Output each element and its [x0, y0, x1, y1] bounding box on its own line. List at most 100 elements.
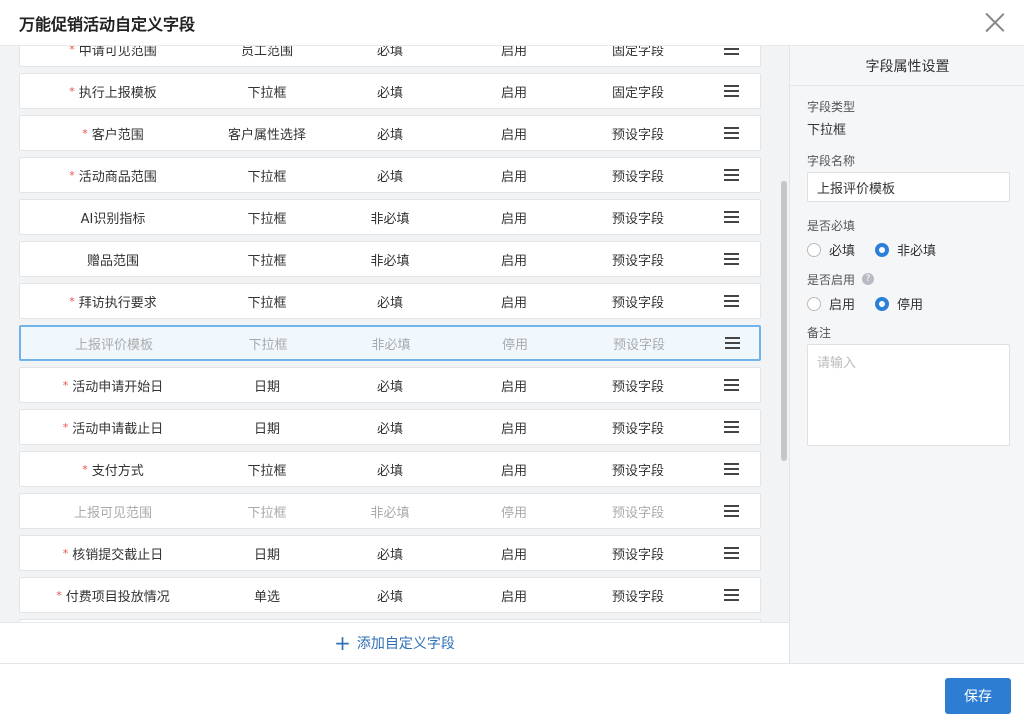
- field-name-cell: * 中请可见范围: [20, 46, 206, 66]
- field-type-cell: 下拉框: [248, 337, 288, 353]
- drag-handle-cell[interactable]: [700, 158, 762, 192]
- table-row[interactable]: * 活动商品范围 下拉框 必填 启用 预设字段: [19, 157, 761, 193]
- enabled-label: 是否启用: [807, 273, 856, 287]
- field-name-cell: 上报可见范围: [20, 494, 206, 528]
- radio-circle: [807, 242, 821, 257]
- field-name-cell: * 活动商品范围: [20, 158, 206, 192]
- field-required-cell: 非必填: [370, 211, 410, 227]
- field-name-cell: 赠品范围: [20, 242, 206, 276]
- required-star-icon: *: [62, 378, 69, 392]
- close-icon[interactable]: [984, 11, 1006, 33]
- field-type-cell: 下拉框: [247, 169, 287, 185]
- radio-circle-checked: [875, 242, 889, 257]
- radio-enabled-label: 启用: [829, 298, 856, 313]
- table-row[interactable]: * 支付方式 下拉框 必填 启用 预设字段: [19, 451, 761, 487]
- table-row[interactable]: 赠品范围 下拉框 非必填 启用 预设字段: [19, 241, 761, 277]
- field-kind-cell: 预设字段: [611, 253, 664, 269]
- field-name-cell: * 拜访执行要求: [20, 284, 206, 318]
- field-enabled-cell: 启用: [500, 589, 527, 605]
- field-name: 活动商品范围: [78, 169, 157, 185]
- table-row[interactable]: * 活动申请截止日 日期 必填 启用 预设字段: [19, 409, 761, 445]
- drag-handle-icon[interactable]: [723, 463, 739, 475]
- drag-handle-cell[interactable]: [700, 242, 762, 276]
- required-star-icon: *: [62, 420, 69, 434]
- field-name-cell: * 活动申请开始日: [20, 368, 206, 402]
- table-row[interactable]: * 核销提交截止日 日期 必填 启用 预设字段: [19, 535, 761, 571]
- scrollbar-thumb[interactable]: [781, 181, 787, 461]
- field-name-cell: * 客户范围: [20, 116, 206, 150]
- field-name: 活动申请开始日: [72, 379, 164, 395]
- required-star-icon: *: [82, 462, 88, 476]
- field-enabled-cell: 启用: [500, 169, 527, 185]
- table-row[interactable]: * 拜访执行要求 下拉框 必填 启用 预设字段: [19, 283, 761, 319]
- field-enabled-cell: 启用: [500, 127, 527, 143]
- required-star-icon: *: [82, 126, 88, 140]
- field-enabled-cell: 启用: [500, 211, 527, 227]
- drag-handle-icon[interactable]: [723, 211, 739, 223]
- radio-not-required[interactable]: 非必填: [875, 240, 936, 259]
- drag-handle-cell[interactable]: [700, 536, 762, 570]
- field-type-cell: 员工范围: [240, 46, 293, 59]
- field-name-label: 字段名称: [807, 154, 856, 168]
- save-button[interactable]: 保存: [945, 678, 1011, 714]
- required-label: 是否必填: [807, 219, 856, 233]
- field-name: 赠品范围: [86, 253, 139, 269]
- field-type-cell: 下拉框: [247, 85, 287, 101]
- field-enabled-cell: 启用: [500, 295, 527, 311]
- scrollbar[interactable]: [779, 46, 789, 663]
- drag-handle-cell[interactable]: [700, 46, 762, 66]
- radio-enabled[interactable]: 启用: [807, 294, 855, 313]
- field-required-cell: 必填: [376, 379, 403, 395]
- field-name-cell: AI识别指标: [20, 200, 206, 234]
- radio-disabled-label: 停用: [897, 298, 924, 313]
- field-required-cell: 非必填: [370, 505, 410, 521]
- table-row[interactable]: AI识别指标 下拉框 非必填 启用 预设字段: [19, 199, 761, 235]
- table-row[interactable]: 上报可见范围 下拉框 非必填 停用 预设字段: [19, 493, 761, 529]
- table-row[interactable]: * 执行上报模板 下拉框 必填 启用 固定字段: [19, 73, 761, 109]
- field-kind-cell: 预设字段: [611, 211, 664, 227]
- drag-handle-icon[interactable]: [723, 169, 739, 181]
- drag-handle-icon[interactable]: [723, 547, 739, 559]
- field-required-cell: 必填: [376, 295, 403, 311]
- drag-handle-cell[interactable]: [700, 452, 762, 486]
- table-row[interactable]: * 中请可见范围 员工范围 必填 启用 固定字段: [19, 46, 761, 67]
- field-required-cell: 必填: [376, 169, 403, 185]
- drag-handle-cell[interactable]: [700, 200, 762, 234]
- drag-handle-cell[interactable]: [700, 410, 762, 444]
- add-custom-field-button[interactable]: + 添加自定义字段: [0, 622, 789, 663]
- drag-handle-icon[interactable]: [723, 46, 739, 55]
- drag-handle-icon[interactable]: [723, 85, 739, 97]
- radio-disabled[interactable]: 停用: [875, 294, 923, 313]
- field-type-cell: 下拉框: [247, 463, 287, 479]
- field-name: 执行上报模板: [78, 85, 157, 101]
- drag-handle-icon[interactable]: [723, 379, 739, 391]
- table-row[interactable]: * 客户范围 客户属性选择 必填 启用 预设字段: [19, 115, 761, 151]
- field-name-input[interactable]: [807, 172, 1010, 202]
- radio-required[interactable]: 必填: [807, 240, 855, 259]
- drag-handle-cell[interactable]: [700, 74, 762, 108]
- drag-handle-icon[interactable]: [723, 589, 739, 601]
- drag-handle-icon[interactable]: [723, 127, 739, 139]
- drag-handle-icon[interactable]: [723, 421, 739, 433]
- drag-handle-cell[interactable]: [700, 116, 762, 150]
- drag-handle-icon[interactable]: [723, 505, 739, 517]
- drag-handle-cell[interactable]: [701, 327, 763, 359]
- table-row[interactable]: * 活动申请开始日 日期 必填 启用 预设字段: [19, 367, 761, 403]
- drag-handle-cell[interactable]: [700, 284, 762, 318]
- drag-handle-cell[interactable]: [700, 368, 762, 402]
- drag-handle-icon[interactable]: [723, 253, 739, 265]
- help-icon[interactable]: ?: [862, 273, 874, 285]
- field-kind-cell: 预设字段: [611, 379, 664, 395]
- table-row[interactable]: * 付费项目投放情况 单选 必填 启用 预设字段: [19, 577, 761, 613]
- remark-textarea[interactable]: [807, 344, 1010, 446]
- drag-handle-icon[interactable]: [723, 295, 739, 307]
- radio-not-required-label: 非必填: [897, 244, 937, 259]
- field-type-cell: 下拉框: [247, 211, 287, 227]
- field-name-cell: * 活动申请截止日: [20, 410, 206, 444]
- table-row[interactable]: 上报评价模板 下拉框 非必填 停用 预设字段: [19, 325, 761, 361]
- field-name: 客户范围: [91, 127, 144, 143]
- field-kind-cell: 预设字段: [611, 547, 664, 563]
- drag-handle-icon[interactable]: [724, 337, 740, 349]
- drag-handle-cell[interactable]: [700, 494, 762, 528]
- drag-handle-cell[interactable]: [700, 578, 762, 612]
